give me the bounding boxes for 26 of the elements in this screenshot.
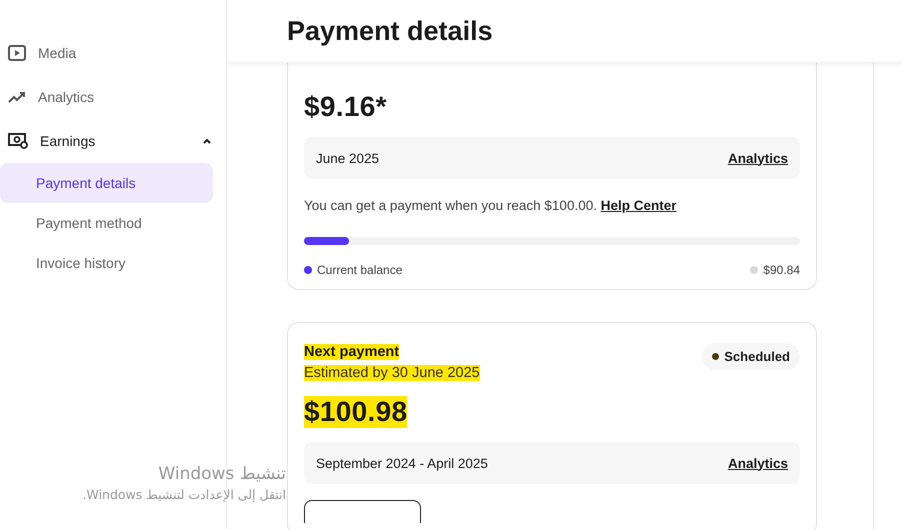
estimate-date: Estimated by 30 June 2025 bbox=[304, 365, 480, 381]
card-title: Next payment bbox=[304, 344, 400, 360]
sidebar-subitem[interactable]: Invoice history bbox=[0, 243, 213, 283]
sidebar-item[interactable]: Media bbox=[0, 31, 226, 75]
amount-text: $9.16* bbox=[304, 91, 387, 123]
help-center-link[interactable]: Help Center bbox=[600, 198, 677, 213]
activation-title: تنشيط Windows bbox=[157, 464, 286, 484]
legend-item: $90.84 bbox=[750, 263, 800, 277]
sidebar-item[interactable]: Earnings bbox=[0, 119, 226, 163]
sidebar-subitem[interactable]: Payment method bbox=[0, 203, 213, 243]
sidebar-subitem[interactable]: Payment details bbox=[0, 163, 213, 203]
play-icon bbox=[8, 45, 26, 61]
caret-icon[interactable] bbox=[202, 137, 212, 145]
page-title: Payment details bbox=[287, 16, 493, 46]
amount-text: $100.98 bbox=[304, 396, 408, 428]
money-icon bbox=[8, 133, 28, 149]
sidebar-item[interactable]: Analytics bbox=[0, 75, 226, 119]
activation-message: انتقل إلى الإعدادت لتنشيط Windows. bbox=[82, 487, 286, 502]
analytics-link[interactable]: Analytics bbox=[728, 150, 788, 166]
period-text: June 2025 bbox=[316, 150, 380, 166]
status-badge: Scheduled bbox=[702, 343, 800, 370]
period-text: September 2024 - April 2025 bbox=[316, 456, 488, 470]
payment-threshold-note: You can get a payment when you reach $100.00. Help Center bbox=[304, 198, 678, 213]
legend-item: Current balance bbox=[304, 263, 402, 277]
trend-icon bbox=[8, 91, 26, 103]
analytics-link[interactable]: Analytics bbox=[728, 456, 788, 470]
